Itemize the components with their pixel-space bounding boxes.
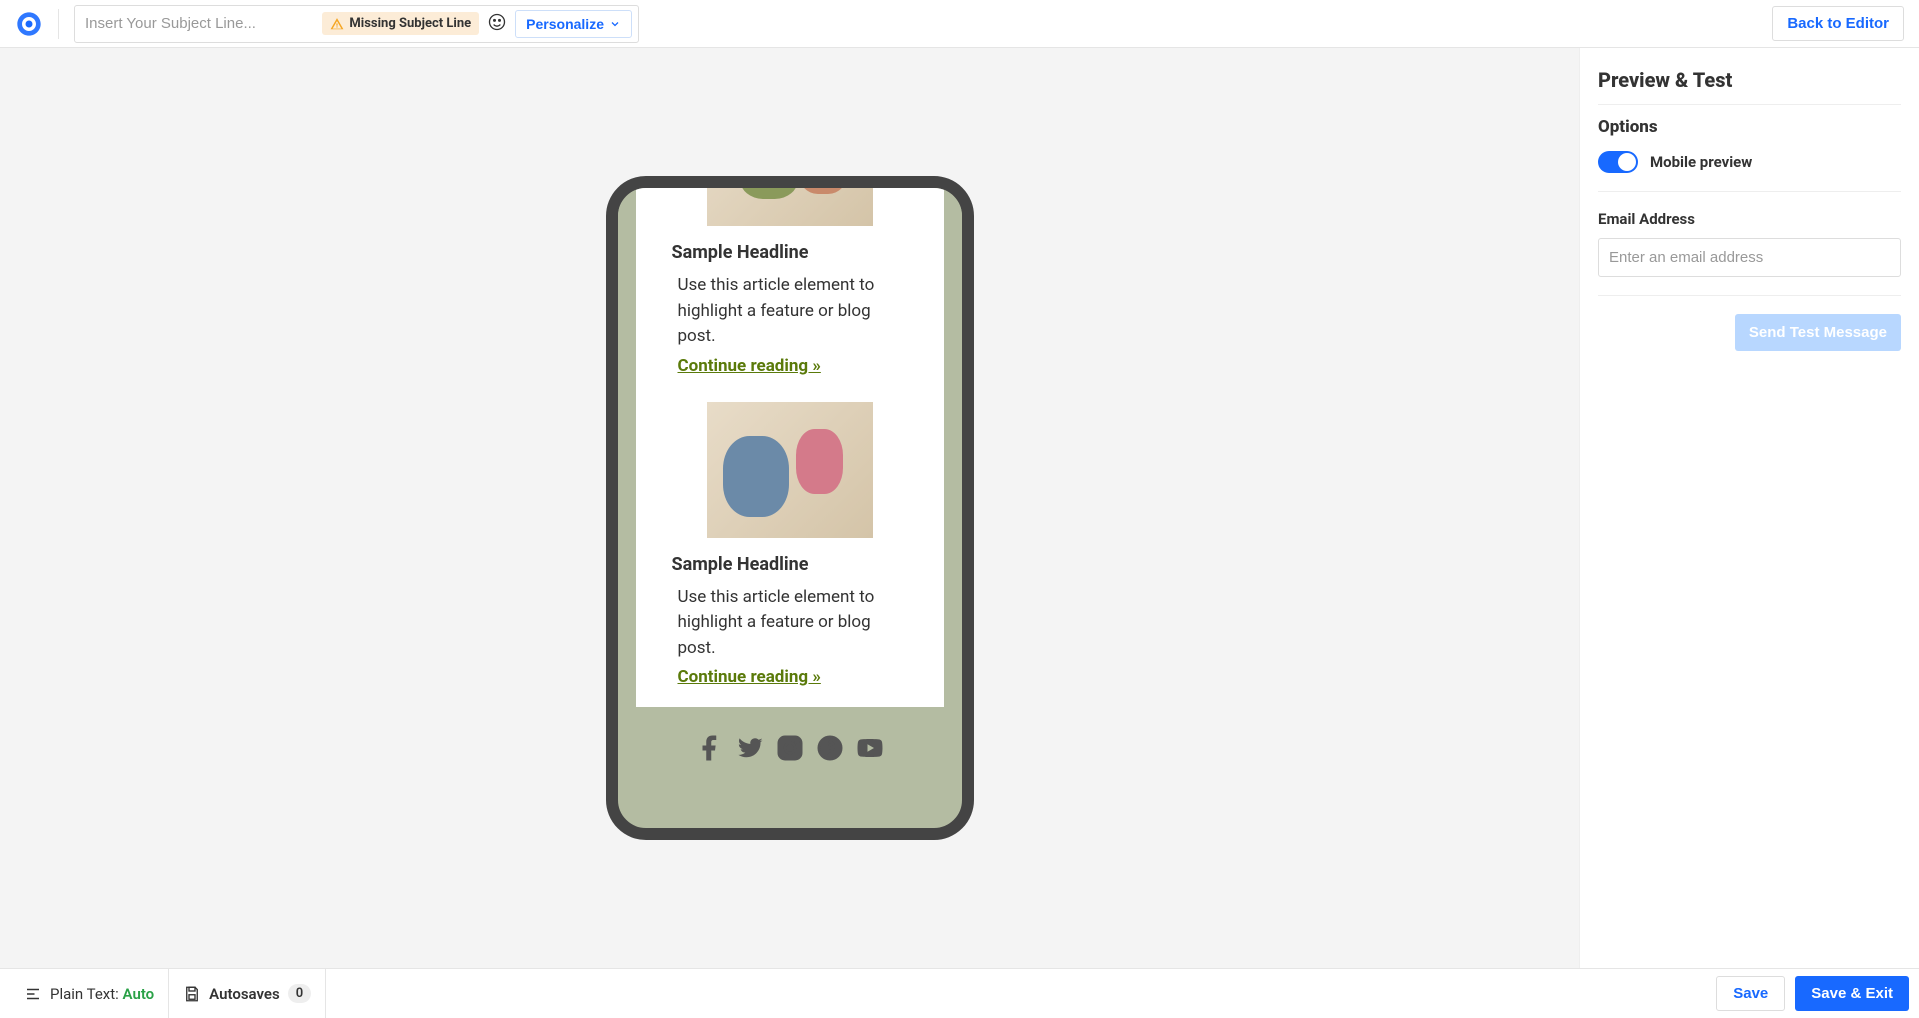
panel-title: Preview & Test xyxy=(1598,68,1901,105)
instagram-icon[interactable] xyxy=(775,733,805,763)
mobile-preview-label: Mobile preview xyxy=(1650,153,1752,171)
bottom-bar: Plain Text: Auto Autosaves 0 Save Save &… xyxy=(0,968,1919,1018)
subject-input[interactable] xyxy=(85,15,322,32)
subject-line-group: Missing Subject Line Personalize xyxy=(74,5,639,43)
autosaves-label: Autosaves xyxy=(209,985,280,1003)
divider xyxy=(1598,295,1901,296)
options-heading: Options xyxy=(1598,117,1901,137)
workspace: Sample Headline Use this article element… xyxy=(0,48,1919,968)
smiley-icon xyxy=(487,12,507,32)
app-logo xyxy=(15,10,43,38)
back-to-editor-button[interactable]: Back to Editor xyxy=(1772,6,1904,41)
email-content-card: Sample Headline Use this article element… xyxy=(636,188,944,707)
top-bar: Missing Subject Line Personalize Back to… xyxy=(0,0,1919,48)
warning-icon xyxy=(330,17,344,31)
email-body: Sample Headline Use this article element… xyxy=(618,188,962,775)
divider xyxy=(58,9,59,39)
article-block: Sample Headline Use this article element… xyxy=(636,188,944,376)
twitter-icon[interactable] xyxy=(735,733,765,763)
continue-reading-link[interactable]: Continue reading » xyxy=(672,356,821,376)
facebook-icon[interactable] xyxy=(695,733,725,763)
mobile-preview-row: Mobile preview xyxy=(1598,151,1901,192)
article-body: Use this article element to highlight a … xyxy=(672,585,908,662)
social-icons-row xyxy=(636,707,944,775)
emoji-button[interactable] xyxy=(487,12,507,36)
article-headline: Sample Headline xyxy=(672,554,908,575)
preview-area: Sample Headline Use this article element… xyxy=(0,48,1579,968)
side-panel: Preview & Test Options Mobile preview Em… xyxy=(1579,48,1919,968)
plain-text-button[interactable]: Plain Text: Auto xyxy=(10,969,169,1018)
plain-text-mode: Auto xyxy=(123,985,155,1003)
phone-scroll[interactable]: Sample Headline Use this article element… xyxy=(618,188,962,828)
autosaves-count: 0 xyxy=(288,984,311,1003)
pinterest-icon[interactable] xyxy=(815,733,845,763)
article-body: Use this article element to highlight a … xyxy=(672,273,908,350)
mobile-preview-toggle[interactable] xyxy=(1598,151,1638,173)
test-email-input[interactable] xyxy=(1598,238,1901,277)
missing-subject-badge: Missing Subject Line xyxy=(322,12,479,35)
missing-subject-text: Missing Subject Line xyxy=(349,16,471,31)
continue-reading-link[interactable]: Continue reading » xyxy=(672,667,821,687)
email-address-label: Email Address xyxy=(1598,210,1901,228)
plain-text-label: Plain Text: Auto xyxy=(50,985,154,1003)
article-image xyxy=(707,188,873,226)
youtube-icon[interactable] xyxy=(855,733,885,763)
save-button[interactable]: Save xyxy=(1716,976,1785,1011)
autosaves-button[interactable]: Autosaves 0 xyxy=(169,969,326,1018)
text-lines-icon xyxy=(24,985,42,1003)
personalize-button[interactable]: Personalize xyxy=(515,10,632,38)
personalize-label: Personalize xyxy=(526,16,604,32)
article-image xyxy=(707,402,873,538)
send-test-button[interactable]: Send Test Message xyxy=(1735,314,1901,351)
save-icon xyxy=(183,985,201,1003)
article-block: Sample Headline Use this article element… xyxy=(636,392,944,688)
chevron-down-icon xyxy=(609,18,621,30)
save-exit-button[interactable]: Save & Exit xyxy=(1795,976,1909,1011)
article-headline: Sample Headline xyxy=(672,242,908,263)
phone-frame: Sample Headline Use this article element… xyxy=(606,176,974,840)
